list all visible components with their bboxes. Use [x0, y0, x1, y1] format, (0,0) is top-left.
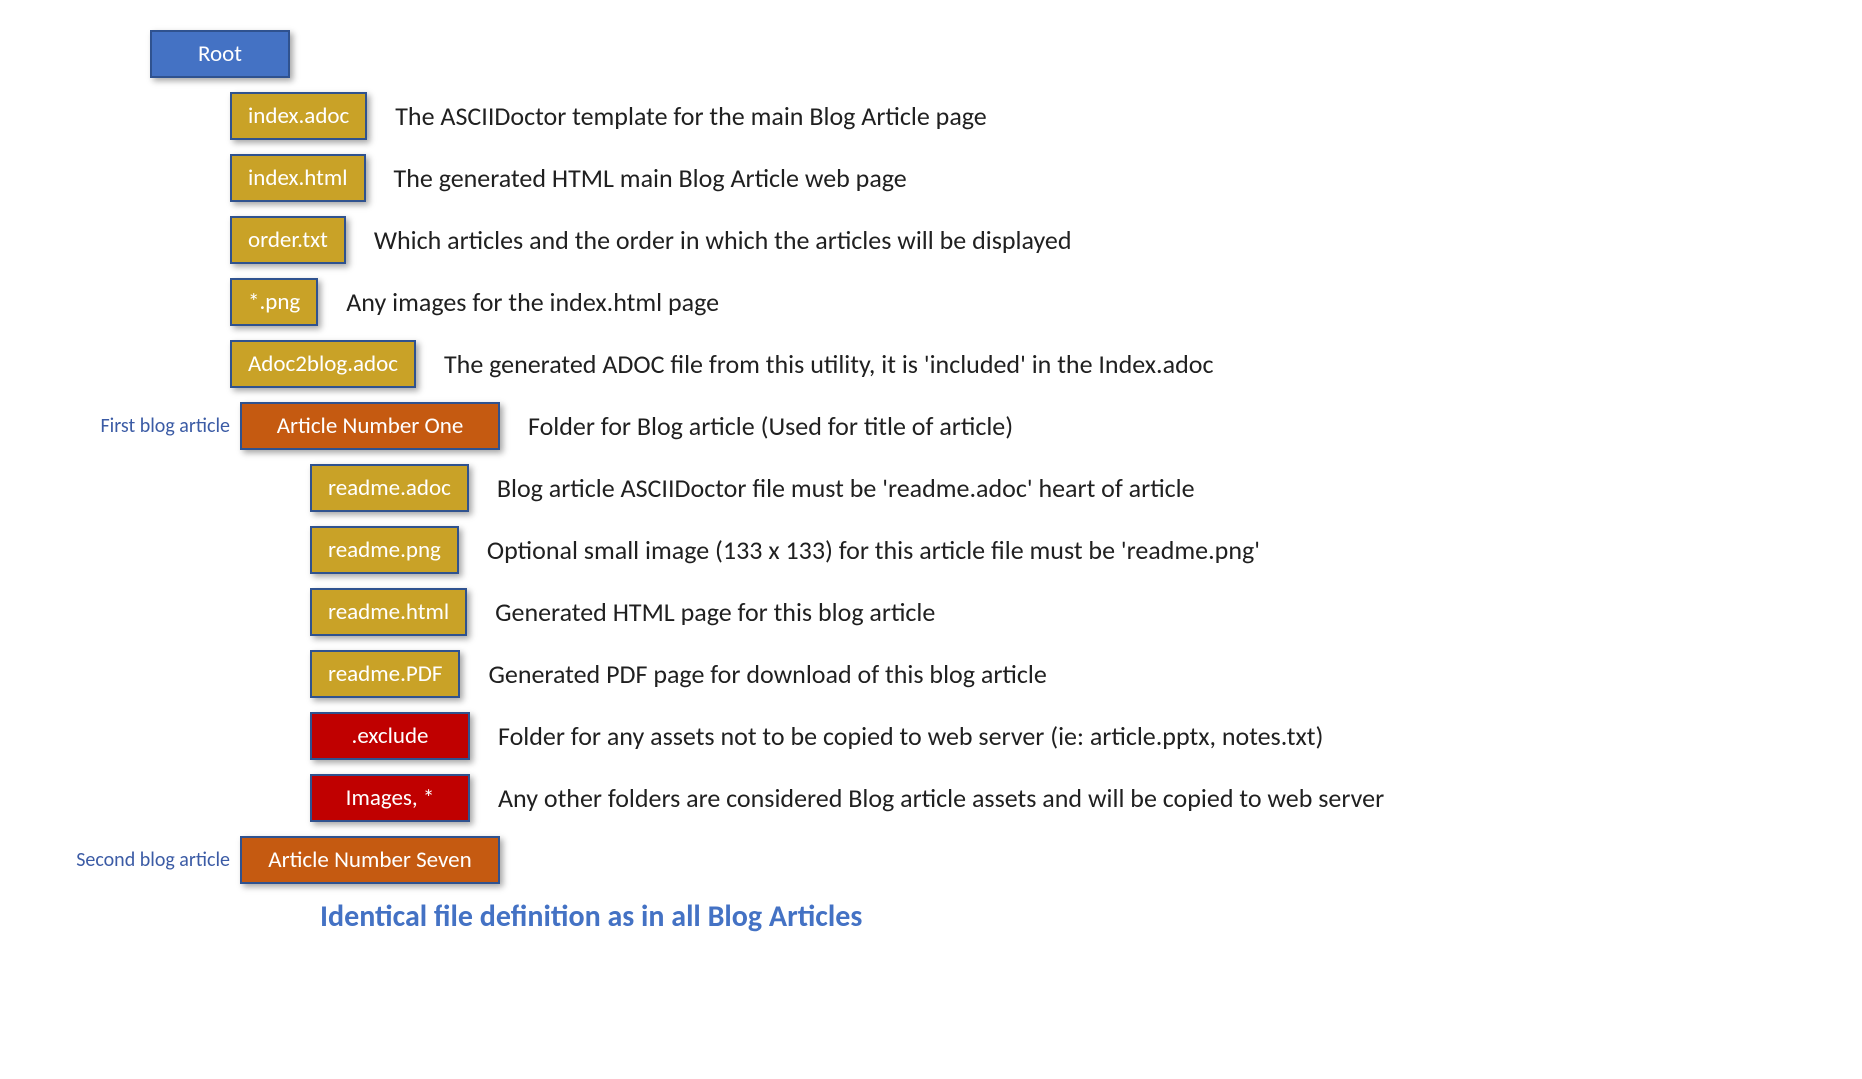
side-label-first: First blog article	[60, 414, 230, 438]
article-label: Article Number One	[277, 412, 464, 440]
side-label-second: Second blog article	[60, 848, 230, 872]
file-desc: Which articles and the order in which th…	[374, 224, 1072, 256]
file-desc: Generated PDF page for download of this …	[488, 658, 1046, 690]
file-box-adoc2blog: Adoc2blog.adoc	[230, 340, 416, 388]
file-label: readme.png	[328, 536, 441, 564]
footer-note: Identical file definition as in all Blog…	[320, 898, 1822, 935]
file-desc: The generated HTML main Blog Article web…	[394, 162, 907, 194]
file-label: order.txt	[248, 226, 328, 254]
file-label: Adoc2blog.adoc	[248, 350, 398, 378]
file-label: index.adoc	[248, 102, 349, 130]
root-box: Root	[150, 30, 290, 78]
file-box-png: *.png	[230, 278, 318, 326]
article-label: Article Number Seven	[268, 846, 471, 874]
article-folder-seven: Article Number Seven	[240, 836, 500, 884]
folder-label: .exclude	[352, 722, 429, 750]
folder-row: Images, * Any other folders are consider…	[310, 774, 1822, 822]
file-label: *.png	[248, 288, 300, 316]
file-box-index-adoc: index.adoc	[230, 92, 367, 140]
file-row: index.html The generated HTML main Blog …	[230, 154, 1822, 202]
file-row: order.txt Which articles and the order i…	[230, 216, 1822, 264]
file-label: readme.adoc	[328, 474, 451, 502]
file-row: readme.PDF Generated PDF page for downlo…	[310, 650, 1822, 698]
file-row: readme.html Generated HTML page for this…	[310, 588, 1822, 636]
root-row: Root	[150, 30, 1822, 78]
file-desc: Blog article ASCIIDoctor file must be 'r…	[497, 472, 1195, 504]
file-desc: Optional small image (133 x 133) for thi…	[487, 534, 1260, 566]
article-folder-one: Article Number One	[240, 402, 500, 450]
file-label: index.html	[248, 164, 348, 192]
root-label: Root	[198, 40, 242, 68]
article-row: Second blog article Article Number Seven	[240, 836, 1822, 884]
folder-box-images: Images, *	[310, 774, 470, 822]
article-row: First blog article Article Number One Fo…	[240, 402, 1822, 450]
file-desc: The ASCIIDoctor template for the main Bl…	[395, 100, 986, 132]
file-box-order-txt: order.txt	[230, 216, 346, 264]
file-row: *.png Any images for the index.html page	[230, 278, 1822, 326]
file-label: readme.html	[328, 598, 449, 626]
file-row: readme.adoc Blog article ASCIIDoctor fil…	[310, 464, 1822, 512]
article-desc: Folder for Blog article (Used for title …	[528, 410, 1013, 442]
file-box-readme-html: readme.html	[310, 588, 467, 636]
file-box-readme-adoc: readme.adoc	[310, 464, 469, 512]
file-box-index-html: index.html	[230, 154, 366, 202]
folder-row: .exclude Folder for any assets not to be…	[310, 712, 1822, 760]
file-box-readme-pdf: readme.PDF	[310, 650, 460, 698]
file-row: index.adoc The ASCIIDoctor template for …	[230, 92, 1822, 140]
file-row: readme.png Optional small image (133 x 1…	[310, 526, 1822, 574]
file-desc: Generated HTML page for this blog articl…	[495, 596, 935, 628]
file-label: readme.PDF	[328, 660, 442, 688]
file-box-readme-png: readme.png	[310, 526, 459, 574]
folder-desc: Folder for any assets not to be copied t…	[498, 720, 1323, 752]
file-desc: The generated ADOC file from this utilit…	[444, 348, 1213, 380]
folder-desc: Any other folders are considered Blog ar…	[498, 782, 1384, 814]
folder-label: Images, *	[346, 784, 435, 812]
folder-box-exclude: .exclude	[310, 712, 470, 760]
file-desc: Any images for the index.html page	[346, 286, 719, 318]
file-row: Adoc2blog.adoc The generated ADOC file f…	[230, 340, 1822, 388]
